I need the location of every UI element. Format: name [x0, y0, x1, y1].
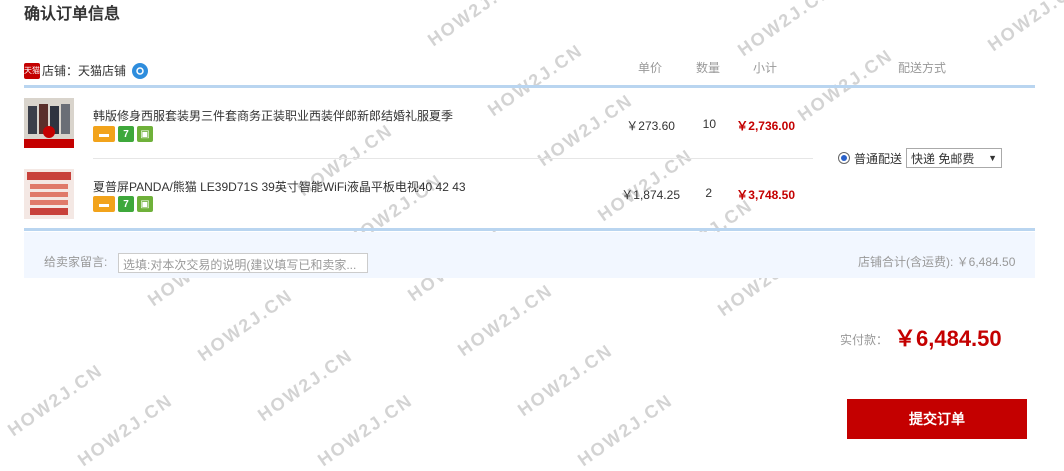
payment-label: 实付款：: [840, 333, 889, 347]
payment-amount: ￥6,484.50: [894, 326, 1002, 351]
watermark: HOW2J.CN: [194, 285, 297, 366]
watermark: HOW2J.CN: [314, 390, 417, 471]
page-title: 确认订单信息: [24, 6, 121, 23]
product-image[interactable]: [24, 98, 74, 148]
unit-price: ￥1,874.25: [621, 188, 680, 202]
card-icon: ▬: [93, 196, 115, 212]
unit-price: ￥273.60: [626, 119, 675, 133]
watermark: HOW2J.CN: [4, 360, 107, 441]
delivery-select-value: 快递 免邮费: [911, 151, 975, 166]
shop-label: 店铺：天猫店铺: [42, 64, 127, 78]
watermark: HOW2J.CN: [984, 0, 1064, 56]
watermark: HOW2J.CN: [454, 280, 557, 361]
divider: [24, 85, 1035, 88]
quantity: 10: [702, 117, 716, 131]
delivery-select[interactable]: 快递 免邮费 ▼: [906, 148, 1003, 168]
shop-line: 天猫 店铺：天猫店铺: [24, 62, 149, 79]
delivery-radio[interactable]: [838, 152, 850, 164]
guarantee-icon: ▣: [137, 196, 153, 212]
product-title[interactable]: 韩版修身西服套装男三件套商务正装职业西装伴郎新郎结婚礼服夏季: [93, 107, 453, 124]
product-title[interactable]: 夏普屏PANDA/熊猫 LE39D71S 39英寸智能WiFi液晶平板电视40 …: [93, 178, 466, 195]
quantity: 2: [705, 186, 712, 200]
header-unit-price: 单价: [638, 61, 663, 75]
header-quantity: 数量: [696, 61, 721, 75]
delivery-option: 普通配送 快递 免邮费 ▼: [838, 148, 1003, 168]
product-image[interactable]: [24, 169, 74, 219]
service-badges: ▬ 7 ▣: [93, 196, 153, 212]
watermark: HOW2J.CN: [574, 390, 677, 471]
service-badges: ▬ 7 ▣: [93, 126, 153, 142]
card-icon: ▬: [93, 126, 115, 142]
shop-total: 店铺合计(含运费): ￥6,484.50: [858, 255, 1016, 269]
watermark: HOW2J.CN: [484, 40, 587, 121]
delivery-label: 普通配送: [854, 151, 903, 166]
watermark: HOW2J.CN: [734, 0, 837, 61]
guarantee-icon: ▣: [137, 126, 153, 142]
tmall-icon: 天猫: [24, 62, 40, 79]
watermark: HOW2J.CN: [424, 0, 527, 51]
chat-icon[interactable]: [132, 62, 149, 79]
subtotal: ￥3,748.50: [736, 188, 795, 202]
chevron-down-icon: ▼: [988, 153, 998, 163]
seven-day-icon: 7: [118, 126, 134, 142]
row-divider: [93, 158, 813, 159]
message-label: 给卖家留言:: [44, 255, 108, 269]
header-subtotal: 小计: [753, 61, 778, 75]
divider: [24, 228, 1035, 231]
watermark: HOW2J.CN: [74, 390, 177, 471]
message-input[interactable]: 选填:对本次交易的说明(建议填写已和卖家...: [118, 253, 368, 273]
watermark: HOW2J.CN: [514, 340, 617, 421]
subtotal: ￥2,736.00: [736, 119, 795, 133]
watermark: HOW2J.CN: [254, 345, 357, 426]
seven-day-icon: 7: [118, 196, 134, 212]
submit-order-button[interactable]: 提交订单: [847, 399, 1027, 439]
header-delivery: 配送方式: [898, 61, 947, 75]
